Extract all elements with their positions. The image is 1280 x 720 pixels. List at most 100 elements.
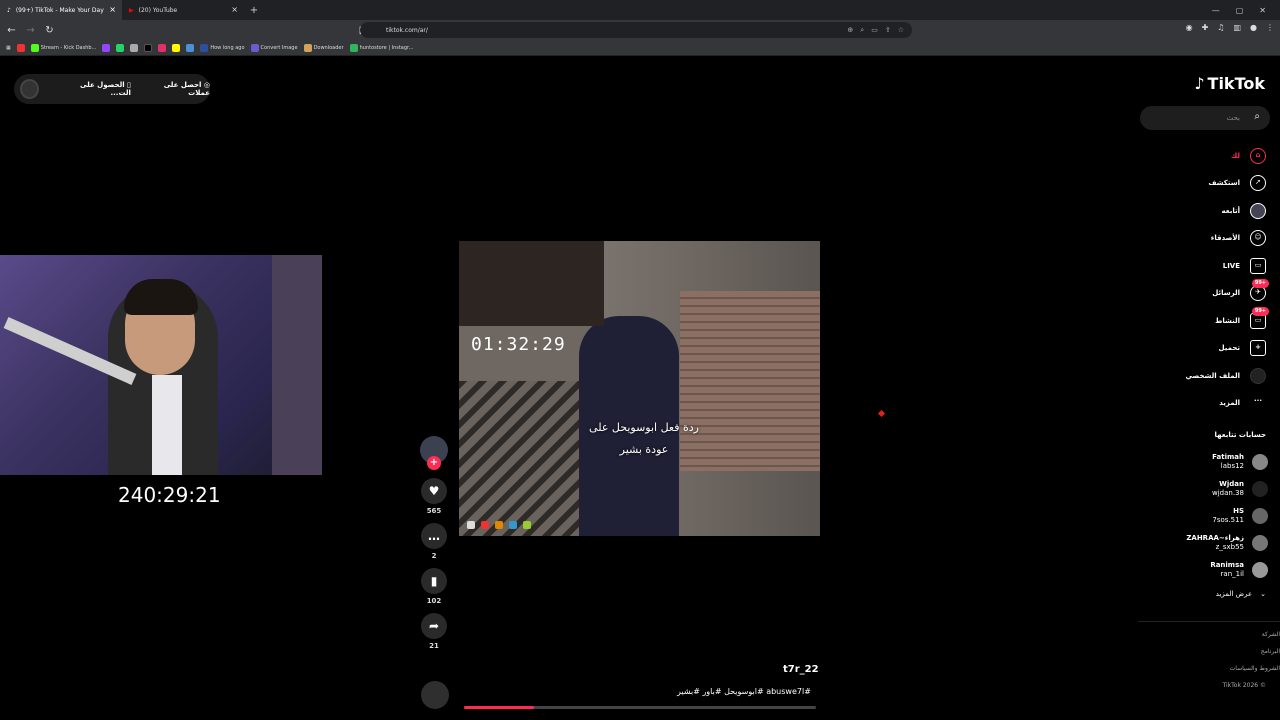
share-icon[interactable]: ⇪	[885, 26, 891, 35]
sidebar-item-following[interactable]: أتابعه	[1146, 197, 1266, 225]
sidebar-item-live[interactable]: LIVE ▭	[1146, 252, 1266, 280]
account-names: Wjdan wjdan.38	[1212, 480, 1244, 498]
messages-badge: 99+	[1251, 279, 1269, 289]
share-icon[interactable]: ➦	[421, 613, 447, 639]
sticker	[495, 521, 503, 529]
sidebar-item-more[interactable]: المزيد ···	[1146, 390, 1266, 418]
apps-icon[interactable]: ▦	[6, 45, 11, 51]
cast-icon[interactable]: ▭	[871, 26, 878, 35]
avatar	[1252, 534, 1268, 551]
video-progress-bar[interactable]	[464, 706, 816, 709]
following-list: Fatimah labs12 Wjdan wjdan.38 HS 7sos.511 Z…	[1148, 448, 1268, 583]
maximize-icon[interactable]: ▢	[1236, 6, 1244, 15]
close-window-icon[interactable]: ✕	[1259, 6, 1266, 15]
get-app-link[interactable]: ▯ الحصول على الت...	[63, 81, 131, 97]
account-name: Ranimsa	[1210, 560, 1244, 569]
sidebar-item-messages[interactable]: الرسائل ✈ 99+	[1146, 279, 1269, 308]
minimize-icon[interactable]: —	[1212, 6, 1220, 15]
sidebar-item-friends[interactable]: الأصدقاء ☺	[1146, 225, 1266, 253]
forward-icon[interactable]: →	[23, 25, 38, 36]
media-icon[interactable]: ♫	[1217, 23, 1224, 32]
account-names: Ranimsa ran_1il	[1210, 561, 1244, 579]
like-icon[interactable]: ♥	[421, 478, 447, 504]
tab-tiktok[interactable]: ♪ (99+) TikTok - Make Your Day ×	[0, 0, 122, 20]
twitch-icon[interactable]	[102, 43, 111, 52]
tiktok-icon[interactable]	[144, 43, 153, 52]
instagram-icon[interactable]	[158, 43, 167, 52]
account-name: HS	[1233, 506, 1244, 515]
bookmark-convert[interactable]: Convert Image	[250, 43, 298, 52]
snapchat-icon[interactable]	[172, 43, 181, 52]
see-more-button[interactable]: عرض المزيد ⌄	[1216, 590, 1266, 598]
sidebar-item-foryou[interactable]: لك ⌂	[1146, 142, 1266, 170]
back-icon[interactable]: ←	[4, 25, 19, 36]
footer-company-link[interactable]: الشركة	[1262, 631, 1280, 638]
bookmark-huntostore[interactable]: huntostore | Instagr...	[349, 43, 413, 52]
get-coins-link[interactable]: ◎ احصل على عملات	[145, 81, 210, 97]
video-hashtags[interactable]: #abuswe7l #ابوسويحل #باور #بشير	[677, 687, 811, 696]
following-account[interactable]: Wjdan wjdan.38	[1148, 475, 1268, 502]
star-icon[interactable]: ☆	[898, 26, 904, 35]
sidebar-item-upload[interactable]: تحميل +	[1146, 335, 1266, 363]
comment-icon[interactable]: …	[421, 523, 447, 549]
following-account[interactable]: ZAHRAA~زهراء z_sxb55	[1148, 529, 1268, 556]
share-count: 21	[429, 642, 439, 650]
user-avatar[interactable]	[20, 79, 39, 99]
sidebar-nav: لك ⌂ استكشف ➚ أتابعه الأصدقاء ☺ LIVE ▭ الرسا…	[1146, 142, 1269, 418]
nav-label: LIVE	[1222, 261, 1240, 270]
activity-badge: 99+	[1251, 306, 1269, 316]
clock-icon	[200, 43, 209, 52]
search-input[interactable]: بحث ⌕	[1140, 106, 1270, 130]
footer-terms-link[interactable]: الشروط والسياسات	[1230, 665, 1280, 672]
bookmark-downloader[interactable]: Downloader	[303, 43, 344, 52]
zoom-icon[interactable]: ⌕	[860, 26, 864, 35]
following-account[interactable]: Ranimsa ran_1il	[1148, 556, 1268, 583]
tiktok-logo[interactable]: ♪ TikTok	[1194, 74, 1265, 93]
get-coins-label: احصل على عملات	[163, 81, 210, 97]
menu-icon[interactable]: ⋮	[1266, 23, 1274, 32]
comment-count: 2	[431, 552, 437, 560]
sidebar-icon[interactable]: ▥	[1233, 23, 1241, 32]
following-account[interactable]: HS 7sos.511	[1148, 502, 1268, 529]
search-placeholder: بحث	[1226, 114, 1240, 122]
follow-plus-icon[interactable]: +	[427, 456, 441, 470]
address-url: tiktok.com/ar/	[386, 26, 428, 34]
close-tab-icon[interactable]: ×	[109, 5, 116, 14]
bookmark-howlong[interactable]: How long ago	[200, 43, 245, 52]
sidebar-item-explore[interactable]: استكشف ➚	[1146, 170, 1266, 198]
tab-youtube[interactable]: ▶ (20) YouTube ×	[122, 0, 244, 20]
following-account[interactable]: Fatimah labs12	[1148, 448, 1268, 475]
profile-icon[interactable]: ●	[1250, 23, 1257, 32]
bookmark-favicon[interactable]	[186, 43, 195, 52]
x-icon[interactable]	[130, 43, 139, 52]
sidebar-item-profile[interactable]: الملف الشخصي	[1146, 362, 1266, 390]
bookmarks-bar: ▦ Stream - Kick Dashb... How long ago Co…	[0, 40, 1280, 56]
extension-icon[interactable]: ◉	[1186, 23, 1193, 32]
search-icon[interactable]: ⌕	[1254, 111, 1260, 122]
sidebar-item-activity[interactable]: النشاط ▭ 99+	[1146, 306, 1269, 335]
bookmark-icon[interactable]: ▮	[421, 568, 447, 594]
sticker	[467, 521, 475, 529]
new-tab-button[interactable]: +	[244, 5, 264, 16]
address-bar[interactable]: tiktok.com/ar/ ⊕ ⌕ ▭ ⇪ ☆	[360, 22, 912, 38]
avatar	[1252, 453, 1268, 470]
music-disc-icon[interactable]	[421, 681, 449, 709]
bookmark-kick[interactable]: Stream - Kick Dashb...	[30, 43, 96, 52]
store-icon	[349, 43, 358, 52]
creator-avatar[interactable]: +	[420, 436, 448, 470]
reload-icon[interactable]: ↻	[42, 25, 57, 36]
footer-program-link[interactable]: البرنامج	[1261, 648, 1280, 655]
nav-label: استكشف	[1208, 179, 1240, 188]
video-username[interactable]: t7r_22	[783, 664, 819, 675]
sticker	[481, 521, 489, 529]
close-tab-icon[interactable]: ×	[231, 5, 238, 14]
get-app-label: الحصول على الت...	[80, 81, 131, 97]
bookmark-favicon[interactable]	[16, 43, 25, 52]
caption-line-1: ردة فعل ابوسويحل على	[589, 421, 699, 434]
account-handle: z_sxb55	[1215, 542, 1244, 551]
whatsapp-icon[interactable]	[116, 43, 125, 52]
translate-icon[interactable]: ⊕	[847, 26, 853, 35]
coins-bar: ◎ احصل على عملات ▯ الحصول على الت...	[14, 74, 210, 104]
video-player[interactable]: 01:32:29 ردة فعل ابوسويحل على عودة بشير	[459, 241, 820, 536]
puzzle-icon[interactable]: ✚	[1202, 23, 1209, 32]
